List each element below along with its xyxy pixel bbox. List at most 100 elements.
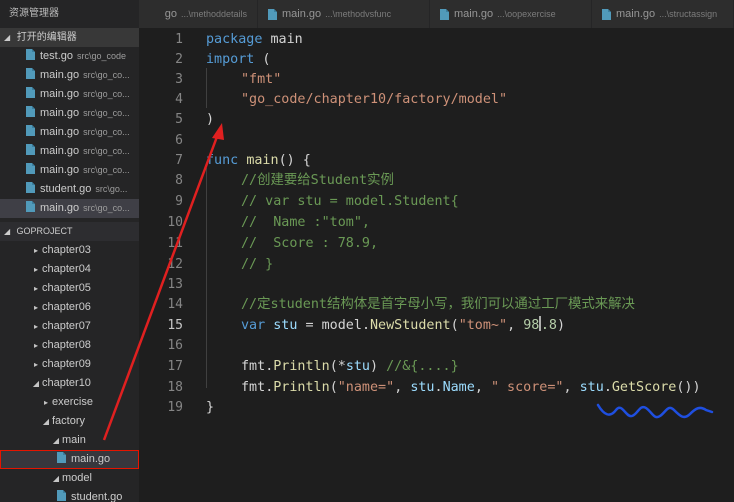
chevron-down-icon: ◢: [52, 474, 60, 483]
editor-tab[interactable]: main.go ...\oopexercise: [430, 0, 592, 28]
line-number-text: 10: [167, 215, 183, 230]
open-editor-item[interactable]: main.go src\go_co...: [0, 85, 139, 104]
open-editor-path: src\go_co...: [83, 70, 130, 80]
tree-label: exercise: [52, 396, 93, 408]
open-editor-item[interactable]: main.go src\go_co...: [0, 66, 139, 85]
tab-path: ...\oopexercise: [497, 9, 556, 19]
open-editor-name: student.go: [40, 183, 92, 195]
go-file-icon: [26, 49, 35, 60]
go-file-icon: [26, 125, 35, 136]
open-editor-item[interactable]: main.go src\go_co...: [0, 142, 139, 161]
open-editor-path: src\go_co...: [83, 89, 130, 99]
tree-folder[interactable]: ◢ main: [0, 431, 139, 450]
open-editor-path: src\go_co...: [83, 127, 130, 137]
go-file-icon: [57, 452, 66, 463]
line-number-text: 14: [167, 297, 183, 312]
go-file-icon: [26, 144, 35, 155]
go-file-icon: [26, 201, 35, 212]
tree-label: chapter09: [42, 358, 91, 370]
chevron-right-icon: ▸: [43, 398, 48, 407]
chevron-right-icon: ▸: [33, 284, 38, 293]
tree-folder[interactable]: ▸ chapter05: [0, 279, 139, 298]
go-file-icon: [268, 8, 277, 20]
line-number-text: 13: [167, 277, 183, 292]
line-number-text: 4: [175, 92, 183, 107]
tree-folder[interactable]: ▸ chapter07: [0, 317, 139, 336]
tree-label: model: [62, 472, 92, 484]
tree-label: main.go: [71, 453, 111, 465]
open-editor-name: main.go: [40, 88, 80, 100]
go-file-icon: [26, 106, 35, 117]
chevron-right-icon: ▸: [33, 265, 38, 274]
open-editor-name: main.go: [40, 126, 80, 138]
tree-label: student.go: [71, 491, 123, 502]
tab-label: main.go: [282, 8, 322, 20]
open-editor-path: src\go...: [95, 184, 128, 194]
chevron-right-icon: ▸: [33, 246, 38, 255]
tree-label: factory: [52, 415, 86, 427]
line-number-text: 16: [167, 338, 183, 353]
project-title: GOPROJECT: [16, 226, 73, 236]
explorer-sidebar: 资源管理器 ◢ 打开的编辑器 test.go src\go_code main.go…: [0, 0, 139, 502]
tree-folder[interactable]: ▸ exercise: [0, 393, 139, 412]
line-number-text: 17: [167, 359, 183, 374]
tree-label: chapter05: [42, 282, 91, 294]
tree-folder[interactable]: ▸ chapter08: [0, 336, 139, 355]
chevron-down-icon: ◢: [32, 379, 40, 388]
open-editor-item[interactable]: main.go src\go_co...: [0, 161, 139, 180]
open-editor-name: main.go: [40, 69, 80, 81]
tree-folder[interactable]: ▸ chapter04: [0, 260, 139, 279]
open-editor-item[interactable]: student.go src\go...: [0, 180, 139, 199]
indent-guide: [206, 168, 207, 388]
tree-folder[interactable]: ◢ factory: [0, 412, 139, 431]
tab-path: ...\structassign: [659, 9, 718, 19]
tree-folder[interactable]: ◢ model: [0, 469, 139, 488]
chevron-right-icon: ▸: [33, 360, 38, 369]
tree-folder[interactable]: ▸ chapter09: [0, 355, 139, 374]
tree-label: chapter04: [42, 263, 91, 275]
open-editor-name: test.go: [40, 50, 74, 62]
editor-tab[interactable]: go ...\methoddetails: [139, 0, 258, 28]
line-number-text: 12: [167, 257, 183, 272]
line-number-text: 18: [167, 380, 183, 395]
open-editor-item[interactable]: main.go src\go_co...: [0, 199, 139, 218]
tree-label: chapter03: [42, 244, 91, 256]
open-editor-name: main.go: [40, 164, 80, 176]
code-editor[interactable]: 1 2 3 4 5 6 7 8 9 10 11 12 13 14 15 16 17 18 19 package ma…: [139, 28, 734, 502]
chevron-down-icon: ◢: [52, 436, 60, 445]
line-number-text: 7: [175, 153, 183, 168]
open-editor-name: main.go: [40, 145, 80, 157]
go-file-icon: [440, 8, 449, 20]
open-editors-title: 打开的编辑器: [16, 32, 77, 43]
project-section[interactable]: ◢ GOPROJECT: [0, 222, 139, 241]
line-number-text: 9: [175, 194, 183, 209]
tab-label: go: [164, 8, 177, 20]
line-number-text: 3: [175, 72, 183, 87]
open-editor-path: src\go_co...: [83, 203, 130, 213]
tree-folder[interactable]: ▸ chapter03: [0, 241, 139, 260]
chevron-right-icon: ▸: [33, 303, 38, 312]
tree-label: main: [62, 434, 86, 446]
editor-tab[interactable]: main.go ...\methodvsfunc: [258, 0, 430, 28]
tree-folder[interactable]: ◢ chapter10: [0, 374, 139, 393]
chevron-down-icon: ◢: [42, 417, 50, 426]
line-number-text: 15: [167, 318, 183, 333]
chevron-right-icon: ▸: [33, 322, 38, 331]
line-number-text: 19: [167, 400, 183, 415]
tree-file[interactable]: main.go: [0, 450, 139, 469]
open-editor-path: src\go_co...: [83, 165, 130, 175]
tree-folder[interactable]: ▸ chapter06: [0, 298, 139, 317]
open-editor-item[interactable]: main.go src\go_co...: [0, 104, 139, 123]
tab-path: ...\methoddetails: [180, 9, 247, 19]
chevron-right-icon: ▸: [33, 341, 38, 350]
open-editors-section[interactable]: ◢ 打开的编辑器: [0, 28, 139, 47]
line-number-text: 6: [175, 133, 183, 148]
editor-tab[interactable]: main.go ...\structassign: [592, 0, 734, 28]
line-number-text: 1: [175, 32, 183, 47]
chevron-down-icon: ◢: [4, 33, 11, 42]
open-editor-item[interactable]: test.go src\go_code: [0, 47, 139, 66]
editor-tabs: go ...\methoddetails main.go ...\methodvsfu…: [139, 0, 734, 28]
line-number-text: 2: [175, 52, 183, 67]
tree-file[interactable]: student.go: [0, 488, 139, 502]
open-editor-item[interactable]: main.go src\go_co...: [0, 123, 139, 142]
